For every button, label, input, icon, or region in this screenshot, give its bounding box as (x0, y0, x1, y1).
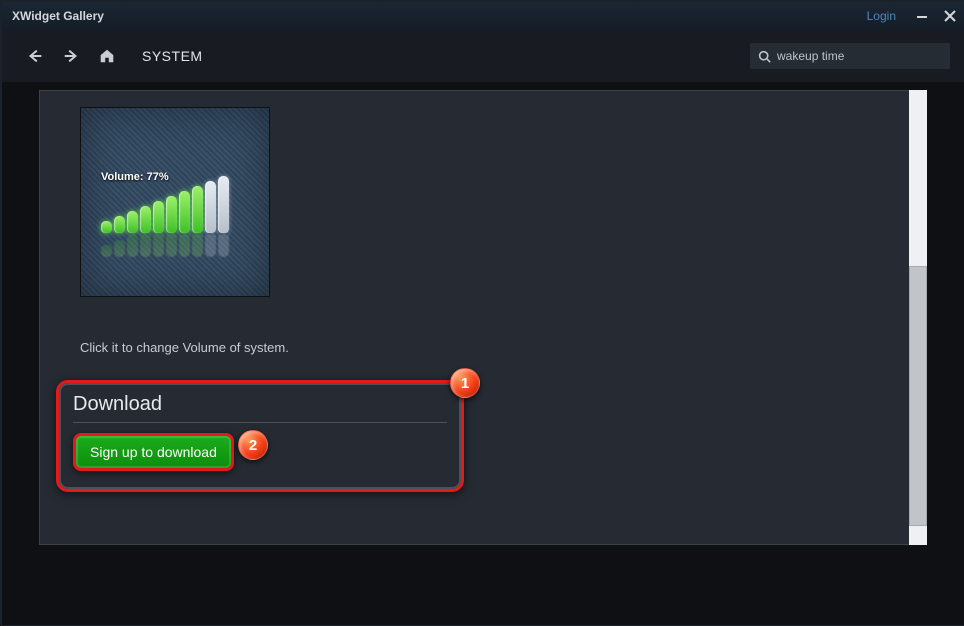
volume-bar (218, 176, 229, 233)
divider (73, 422, 447, 423)
callout-badge-1: 1 (450, 368, 480, 398)
signup-download-button[interactable]: Sign up to download (73, 433, 234, 471)
breadcrumb[interactable]: SYSTEM (142, 48, 203, 64)
volume-bar (101, 221, 112, 233)
volume-bar (153, 201, 164, 233)
volume-bar (140, 235, 151, 257)
titlebar: XWidget Gallery Login (2, 2, 964, 30)
download-heading: Download (73, 393, 447, 416)
volume-bar (179, 235, 190, 257)
window-title: XWidget Gallery (12, 9, 104, 23)
volume-bar (166, 235, 177, 257)
minimize-icon (915, 9, 929, 23)
widget-thumbnail[interactable]: Volume: 77% (80, 107, 270, 297)
back-button[interactable] (20, 41, 50, 71)
home-button[interactable] (92, 41, 122, 71)
volume-bar (114, 240, 125, 257)
volume-bar (127, 235, 138, 257)
volume-bar (179, 191, 190, 233)
search-input[interactable] (777, 49, 942, 63)
search-box[interactable] (750, 43, 950, 69)
scrollbar-thumb[interactable] (909, 266, 927, 526)
search-icon (758, 50, 771, 63)
volume-bar (192, 235, 203, 257)
home-icon (98, 47, 116, 65)
minimize-button[interactable] (908, 2, 936, 30)
volume-bar (127, 211, 138, 233)
arrow-right-icon (62, 47, 80, 65)
volume-bar (153, 235, 164, 257)
volume-bar (140, 206, 151, 233)
close-icon (943, 9, 957, 23)
volume-bars (101, 176, 229, 233)
volume-bar (101, 245, 112, 257)
toolbar: SYSTEM (2, 30, 964, 82)
volume-bar (192, 186, 203, 233)
widget-description: Click it to change Volume of system. (80, 340, 289, 355)
volume-bar (114, 216, 125, 233)
close-button[interactable] (936, 2, 964, 30)
volume-bars-reflection (101, 235, 229, 257)
volume-bar (166, 196, 177, 233)
volume-bar (205, 181, 216, 233)
callout-badge-2: 2 (238, 430, 268, 460)
login-link[interactable]: Login (867, 9, 896, 23)
arrow-left-icon (26, 47, 44, 65)
volume-bar (205, 235, 216, 257)
volume-bar (218, 235, 229, 257)
forward-button[interactable] (56, 41, 86, 71)
